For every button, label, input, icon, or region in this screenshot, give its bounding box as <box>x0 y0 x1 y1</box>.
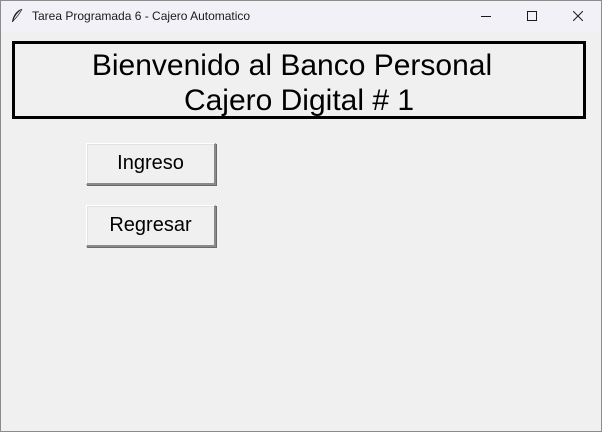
close-icon <box>572 8 584 26</box>
regresar-button[interactable]: Regresar <box>86 205 216 247</box>
banner-title: Bienvenido al Banco Personal <box>91 49 493 82</box>
close-button[interactable] <box>555 1 601 32</box>
maximize-icon <box>527 8 537 26</box>
minimize-icon <box>481 8 491 26</box>
client-area: Bienvenido al Banco Personal Cajero Digi… <box>1 32 601 431</box>
maximize-button[interactable] <box>509 1 555 32</box>
title-bar[interactable]: Tarea Programada 6 - Cajero Automatico <box>1 1 601 32</box>
minimize-button[interactable] <box>463 1 509 32</box>
banner-subtitle: Cajero Digital # 1 <box>183 84 415 117</box>
app-window: Tarea Programada 6 - Cajero Automatico B… <box>0 0 602 432</box>
feather-icon <box>10 8 24 24</box>
ingreso-button[interactable]: Ingreso <box>86 143 216 185</box>
welcome-banner: Bienvenido al Banco Personal Cajero Digi… <box>12 41 586 119</box>
window-title: Tarea Programada 6 - Cajero Automatico <box>32 9 251 23</box>
